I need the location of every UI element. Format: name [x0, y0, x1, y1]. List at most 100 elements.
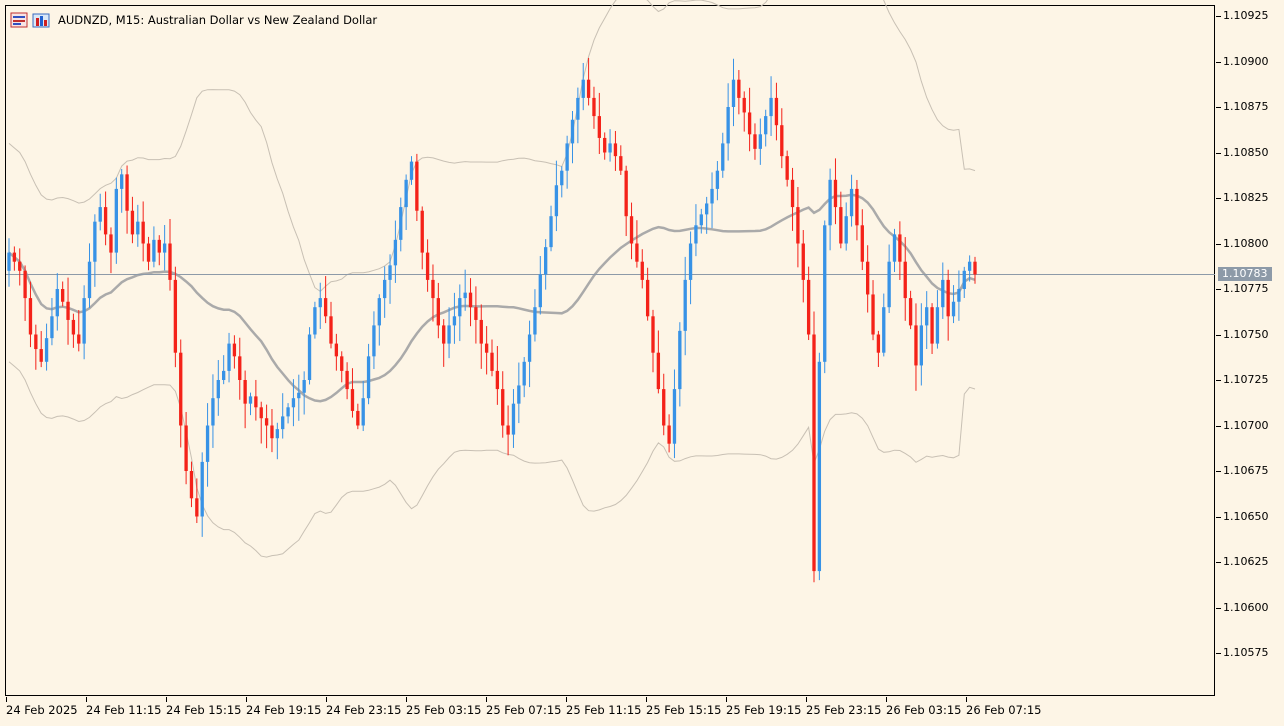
bearish-candle — [908, 298, 913, 326]
bearish-candle — [146, 243, 151, 262]
bearish-candle — [774, 97, 779, 126]
bearish-candle — [103, 207, 108, 235]
bearish-candle — [640, 261, 644, 280]
price-label: 1.10625 — [1223, 555, 1269, 568]
bearish-candle — [973, 261, 977, 275]
bearish-candle — [442, 325, 446, 344]
price-tick — [1216, 198, 1221, 199]
bearish-candle — [898, 234, 902, 262]
bullish-candle — [361, 398, 365, 426]
bearish-candle — [501, 389, 505, 426]
bullish-candle — [162, 243, 167, 253]
bullish-candle — [828, 179, 832, 226]
bullish-candle — [715, 170, 720, 189]
price-tick — [1216, 471, 1221, 472]
bullish-candle — [769, 97, 773, 117]
bearish-candle — [866, 261, 870, 295]
bearish-candle — [420, 210, 424, 253]
bullish-candle — [919, 325, 923, 366]
bearish-candle — [23, 270, 27, 299]
bearish-candle — [350, 389, 355, 411]
bullish-candle — [726, 107, 730, 144]
bullish-candle — [544, 247, 548, 275]
bullish-candle — [581, 79, 585, 98]
price-label: 1.10750 — [1223, 327, 1269, 341]
bullish-candle — [694, 225, 698, 244]
time-tick — [166, 697, 167, 702]
bearish-candle — [415, 161, 419, 211]
bearish-candle — [141, 221, 145, 244]
bearish-candle — [796, 207, 800, 244]
bullish-candle — [549, 216, 553, 248]
bearish-candle — [270, 425, 274, 439]
bearish-candle — [356, 410, 360, 426]
bullish-candle — [533, 307, 537, 335]
bearish-candle — [833, 179, 838, 208]
one-click-trading-icon[interactable] — [10, 12, 28, 28]
bullish-candle — [731, 79, 736, 107]
bullish-candle — [366, 356, 371, 399]
bearish-candle — [635, 243, 639, 262]
bearish-candle — [747, 112, 752, 135]
price-tick — [1216, 107, 1221, 108]
bullish-candle — [447, 325, 451, 344]
price-tick — [1216, 152, 1221, 154]
price-tick — [1216, 61, 1221, 63]
bearish-candle — [238, 356, 242, 380]
price-label: 1.10900 — [1223, 54, 1269, 68]
time-tick — [406, 697, 407, 702]
price-tick — [1216, 289, 1221, 290]
bullish-candle — [205, 425, 210, 462]
price-label: 1.10850 — [1223, 145, 1269, 159]
bullish-candle — [570, 119, 575, 144]
bearish-candle — [597, 116, 601, 138]
bearish-candle — [592, 97, 596, 117]
bullish-candle — [683, 279, 687, 331]
bearish-candle — [801, 243, 805, 280]
bullish-candle — [962, 270, 966, 289]
bearish-candle — [323, 298, 328, 317]
bearish-candle — [753, 134, 757, 149]
bullish-candle — [281, 416, 285, 430]
bullish-candle — [399, 207, 403, 240]
symbol-title: AUDNZD, M15: Australian Dollar vs New Ze… — [58, 13, 378, 27]
bearish-candle — [425, 252, 430, 280]
lower-band-line — [8, 361, 976, 558]
price-label: 1.10875 — [1223, 100, 1269, 113]
bullish-candle — [764, 116, 768, 135]
bullish-candle — [200, 461, 204, 517]
depth-of-market-icon[interactable] — [32, 12, 50, 28]
bullish-candle — [560, 170, 564, 186]
bullish-candle — [50, 316, 54, 339]
price-tick — [1216, 607, 1221, 609]
bullish-candle — [87, 261, 92, 299]
bearish-candle — [619, 156, 623, 171]
bullish-candle — [688, 243, 693, 280]
bearish-candle — [243, 380, 247, 404]
price-tick — [1216, 16, 1221, 17]
bullish-candle — [82, 298, 86, 344]
bearish-candle — [603, 137, 607, 153]
time-tick — [86, 697, 87, 702]
bullish-candle — [844, 216, 848, 244]
time-label: 24 Feb 19:15 — [246, 703, 322, 717]
bullish-candle — [216, 380, 220, 399]
bearish-candle — [254, 396, 258, 408]
price-chart[interactable] — [0, 0, 1284, 726]
bullish-candle — [941, 279, 945, 308]
bearish-candle — [495, 370, 500, 390]
bullish-candle — [565, 143, 569, 171]
time-label: 26 Feb 03:15 — [886, 703, 962, 717]
price-label: 1.10800 — [1223, 236, 1269, 250]
bullish-candle — [721, 143, 725, 171]
time-tick — [326, 697, 327, 702]
time-label: 26 Feb 07:15 — [966, 703, 1042, 717]
bullish-candle — [517, 385, 521, 404]
bullish-candle — [152, 239, 156, 262]
bearish-candle — [436, 298, 440, 326]
bearish-candle — [77, 334, 81, 344]
bearish-candle — [259, 407, 263, 419]
bearish-candle — [195, 498, 199, 517]
bearish-candle — [34, 334, 38, 350]
bullish-candle — [887, 261, 891, 308]
